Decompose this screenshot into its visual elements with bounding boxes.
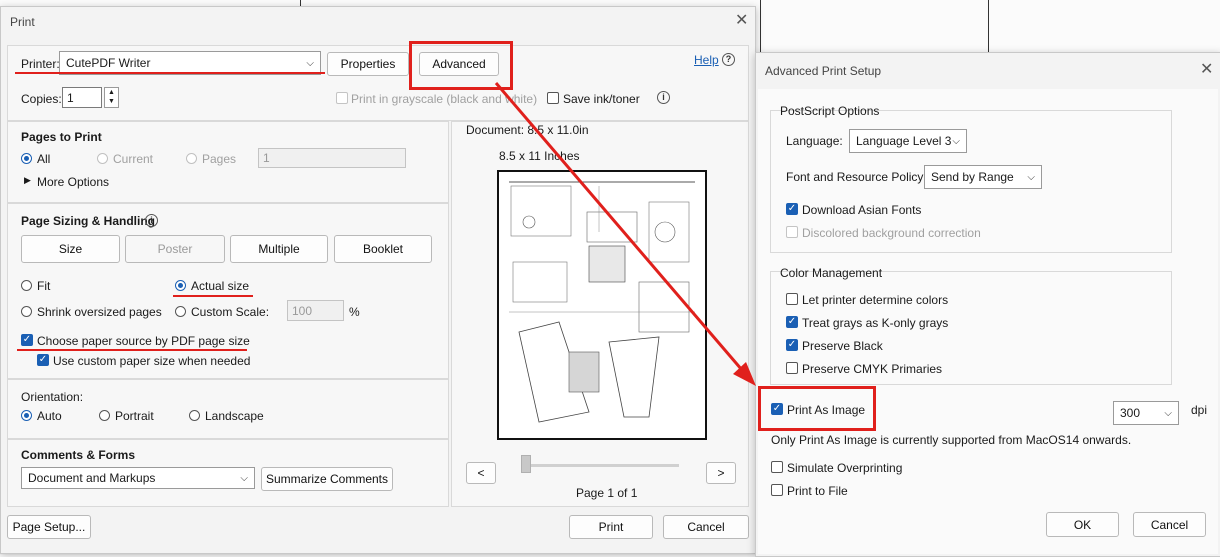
annotation-arrow	[494, 82, 756, 386]
